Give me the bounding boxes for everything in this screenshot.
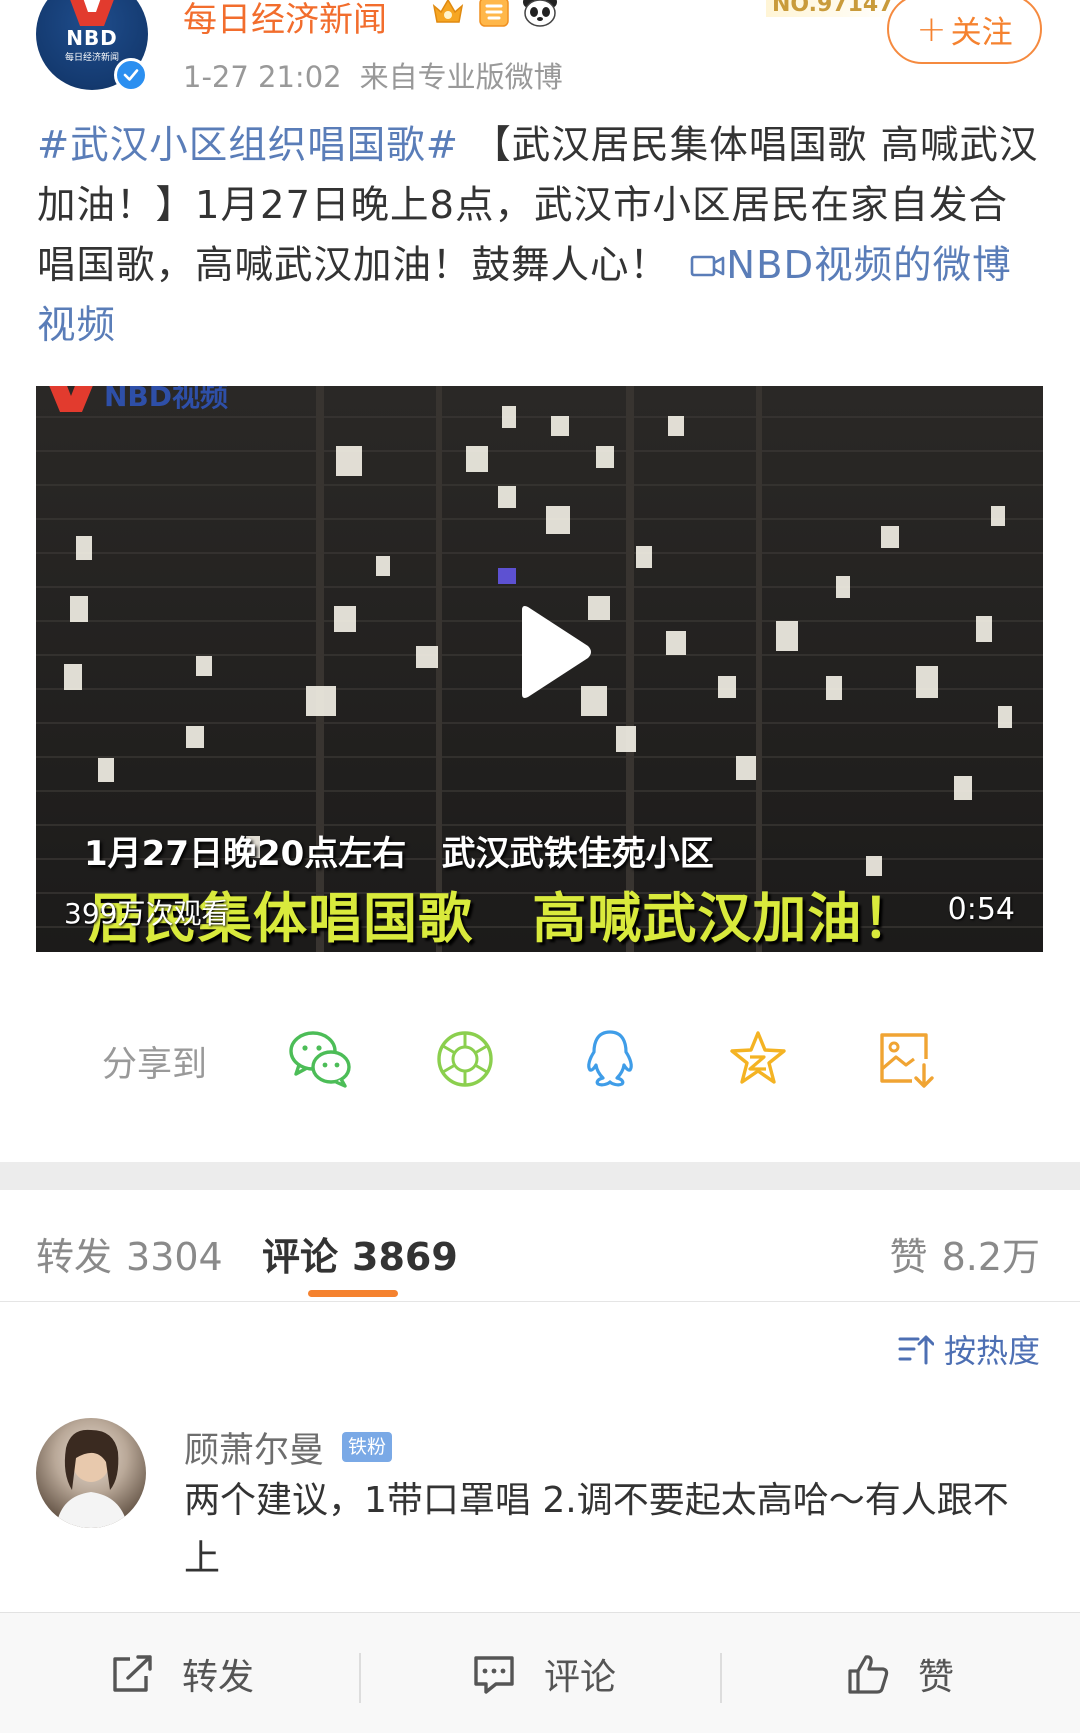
- avatar-logo-text: NBD: [66, 26, 118, 50]
- post-source: 来自专业版微博: [359, 60, 563, 94]
- hashtag-link[interactable]: #武汉小区组织唱国歌#: [37, 123, 459, 168]
- repost-label: 转发: [182, 1656, 255, 1698]
- interaction-tabs: 转发 3304 评论 3869 赞 8.2万: [0, 1190, 1080, 1302]
- tab-like[interactable]: 赞 8.2万: [890, 1226, 1040, 1281]
- section-divider: [0, 1162, 1080, 1190]
- tab-comment-label: 评论: [262, 1235, 339, 1279]
- comment-icon: [474, 1655, 514, 1694]
- qzone-icon[interactable]: [725, 1028, 791, 1090]
- bottom-action-bar: 转发 评论 赞: [0, 1612, 1080, 1733]
- share-label: 分享到: [102, 1045, 208, 1085]
- fan-badge: 铁粉: [342, 1432, 393, 1462]
- tab-repost-label: 转发: [36, 1235, 113, 1279]
- active-tab-indicator: [308, 1290, 398, 1297]
- follow-label: 关注: [950, 14, 1013, 51]
- video-link-icon: [690, 255, 725, 277]
- nbd-watermark-icon: [49, 386, 93, 412]
- tab-comment[interactable]: 评论 3869: [262, 1226, 458, 1281]
- video-watermark: NBD视频: [46, 386, 229, 413]
- tab-like-label: 赞: [889, 1235, 928, 1279]
- post-body: #武汉小区组织唱国歌# 【武汉居民集体唱国歌 高喊武汉加油！】1月27日晚上8点…: [37, 116, 1047, 356]
- vip-crown-icon: [430, 0, 466, 28]
- qq-icon[interactable]: [577, 1028, 643, 1090]
- plus-icon: +: [916, 8, 947, 50]
- video-watermark-text: NBD视频: [104, 386, 229, 413]
- thumbs-up-icon: [848, 1654, 889, 1694]
- sort-label: 按热度: [943, 1332, 1040, 1370]
- bottom-divider: [359, 1653, 361, 1703]
- post-timestamp: 1-27 21:02: [183, 60, 342, 94]
- verified-badge-icon: [114, 58, 148, 92]
- repost-button[interactable]: 转发: [110, 1613, 254, 1733]
- comment-author-name[interactable]: 顾萧尔曼: [184, 1422, 324, 1473]
- tab-repost[interactable]: 转发 3304: [36, 1226, 223, 1281]
- like-button[interactable]: 赞: [846, 1613, 954, 1733]
- tab-repost-count: 3304: [126, 1235, 223, 1279]
- video-duration: 0:54: [947, 892, 1015, 927]
- comment-text: 两个建议，1带口罩唱 2.调不要起太高哈～有人跟不上: [184, 1480, 1009, 1579]
- comment-author-avatar[interactable]: [36, 1418, 146, 1528]
- comment-label: 评论: [544, 1656, 617, 1698]
- like-label: 赞: [918, 1656, 955, 1698]
- panda-badge-icon: [522, 0, 558, 28]
- repost-icon: [113, 1654, 152, 1692]
- avatar-photo: [56, 1429, 128, 1528]
- wechat-icon[interactable]: [287, 1028, 353, 1090]
- account-name[interactable]: 每日经济新闻: [183, 0, 387, 41]
- play-icon[interactable]: [514, 604, 594, 700]
- bottom-divider: [720, 1653, 722, 1703]
- post-meta: 1-27 21:02 来自专业版微博: [183, 54, 563, 96]
- video-view-count: 399万次观看: [64, 897, 230, 930]
- sort-by-hot-button[interactable]: 按热度: [898, 1326, 1040, 1372]
- tab-like-count: 8.2万: [941, 1235, 1040, 1279]
- video-caption-line1: 1月27日晚20点左右 武汉武铁佳苑小区: [84, 834, 714, 874]
- sort-icon: [898, 1335, 934, 1365]
- rank-label: NO.97147: [766, 0, 900, 17]
- comment-button[interactable]: 评论: [472, 1613, 616, 1733]
- share-row: 分享到: [0, 1020, 1080, 1100]
- tab-comment-count: 3869: [352, 1235, 458, 1279]
- video-player[interactable]: NBD视频 1月27日晚20点左右 武汉武铁佳苑小区 居民集体唱国歌 高喊武汉加…: [36, 386, 1043, 952]
- account-badges: [430, 0, 558, 28]
- save-image-icon[interactable]: [873, 1028, 939, 1090]
- moments-icon[interactable]: [432, 1028, 498, 1090]
- yun-badge-icon: [476, 0, 512, 28]
- nbd-logo-icon: [70, 0, 114, 26]
- follow-button[interactable]: + 关注: [887, 0, 1042, 64]
